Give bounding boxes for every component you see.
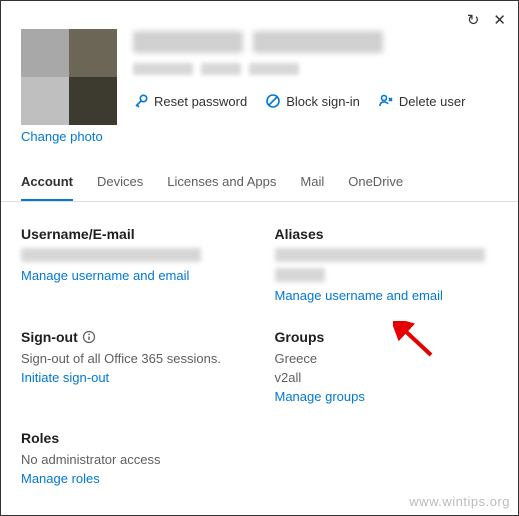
delete-user-button[interactable]: Delete user: [378, 93, 465, 109]
tab-mail[interactable]: Mail: [300, 174, 324, 201]
aliases-title: Aliases: [275, 226, 499, 242]
section-signout: Sign-out Sign-out of all Office 365 sess…: [21, 329, 245, 404]
user-subtitle: [133, 63, 498, 77]
group-item-0: Greece: [275, 351, 499, 366]
block-signin-button[interactable]: Block sign-in: [265, 93, 360, 109]
tab-bar: Account Devices Licenses and Apps Mail O…: [1, 150, 518, 202]
manage-username-link[interactable]: Manage username and email: [21, 268, 245, 283]
groups-title: Groups: [275, 329, 499, 345]
username-value: [21, 248, 201, 262]
watermark: www.wintips.org: [409, 494, 510, 509]
roles-desc: No administrator access: [21, 452, 245, 467]
tab-licenses[interactable]: Licenses and Apps: [167, 174, 276, 201]
signout-desc: Sign-out of all Office 365 sessions.: [21, 351, 245, 366]
tab-devices[interactable]: Devices: [97, 174, 143, 201]
user-name: [133, 31, 498, 57]
block-signin-label: Block sign-in: [286, 94, 360, 109]
tab-account[interactable]: Account: [21, 174, 73, 201]
change-photo-link[interactable]: Change photo: [21, 129, 117, 144]
section-roles: Roles No administrator access Manage rol…: [21, 430, 245, 486]
alias-value-1: [275, 248, 485, 262]
reset-password-button[interactable]: Reset password: [133, 93, 247, 109]
key-icon: [133, 93, 149, 109]
section-username: Username/E-mail Manage username and emai…: [21, 226, 245, 303]
delete-user-label: Delete user: [399, 94, 465, 109]
initiate-signout-link[interactable]: Initiate sign-out: [21, 370, 245, 385]
tab-onedrive[interactable]: OneDrive: [348, 174, 403, 201]
delete-user-icon: [378, 93, 394, 109]
manage-roles-link[interactable]: Manage roles: [21, 471, 245, 486]
reset-password-label: Reset password: [154, 94, 247, 109]
info-icon: [82, 330, 96, 344]
avatar: [21, 29, 117, 125]
manage-aliases-link[interactable]: Manage username and email: [275, 288, 499, 303]
annotation-arrow: [393, 321, 435, 362]
section-groups: Groups Greece v2all Manage groups: [275, 329, 499, 404]
group-item-1: v2all: [275, 370, 499, 385]
manage-groups-link[interactable]: Manage groups: [275, 389, 499, 404]
close-icon[interactable]: ✕: [493, 11, 506, 29]
roles-title: Roles: [21, 430, 245, 446]
section-aliases: Aliases Manage username and email: [275, 226, 499, 303]
refresh-icon[interactable]: ↻: [467, 11, 480, 29]
signout-title: Sign-out: [21, 329, 245, 345]
username-title: Username/E-mail: [21, 226, 245, 242]
alias-value-2: [275, 268, 325, 282]
block-icon: [265, 93, 281, 109]
